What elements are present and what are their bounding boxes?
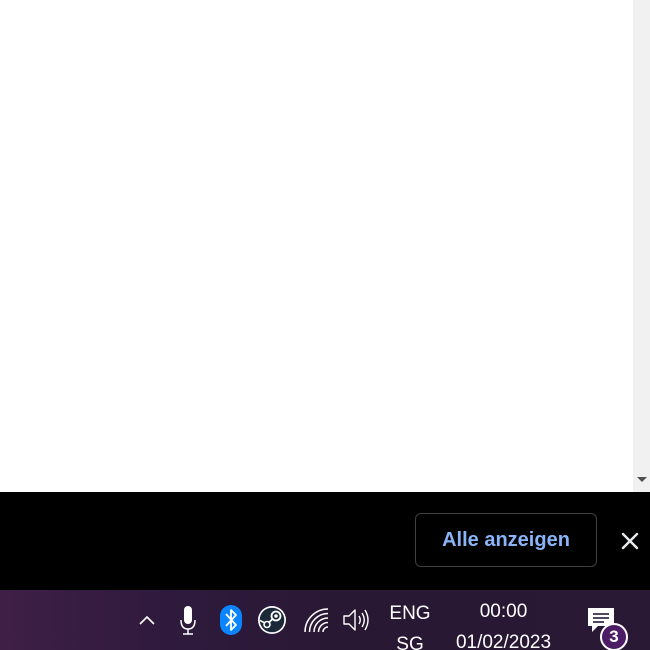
bluetooth-icon: [220, 605, 242, 635]
wifi-icon: [304, 608, 329, 633]
show-all-downloads-button[interactable]: Alle anzeigen: [415, 513, 597, 567]
volume-tray-button[interactable]: [340, 604, 372, 636]
taskbar: ENG SG 00:00 01/02/2023: [0, 590, 650, 650]
language-code: ENG: [389, 603, 431, 624]
volume-icon: [343, 609, 369, 631]
clock-date: 01/02/2023: [455, 632, 552, 650]
steam-tray-button[interactable]: [256, 604, 288, 636]
microphone-tray-button[interactable]: [172, 604, 204, 636]
taskbar-clock[interactable]: 00:00 01/02/2023: [446, 596, 561, 650]
download-bar: Alle anzeigen: [0, 492, 650, 590]
screen: Alle anzeigen ENG SG 00:00 01/02/2023 3: [0, 0, 650, 650]
network-tray-button[interactable]: [300, 604, 332, 636]
vertical-scrollbar[interactable]: [633, 0, 650, 492]
scroll-down-arrow-icon[interactable]: [637, 477, 647, 482]
chevron-up-icon: [139, 615, 155, 625]
browser-content-area[interactable]: [0, 0, 633, 492]
input-language-indicator[interactable]: ENG SG: [381, 598, 439, 650]
steam-icon: [258, 606, 286, 634]
clock-time: 00:00: [479, 601, 528, 622]
close-download-bar-button[interactable]: [616, 527, 644, 555]
language-region: SG: [396, 634, 424, 650]
close-icon: [621, 532, 639, 550]
notification-count-badge: 3: [600, 623, 628, 650]
bluetooth-tray-button[interactable]: [215, 604, 247, 636]
show-all-label: Alle anzeigen: [442, 528, 570, 551]
microphone-icon: [180, 606, 196, 635]
show-hidden-icons-button[interactable]: [131, 604, 163, 636]
